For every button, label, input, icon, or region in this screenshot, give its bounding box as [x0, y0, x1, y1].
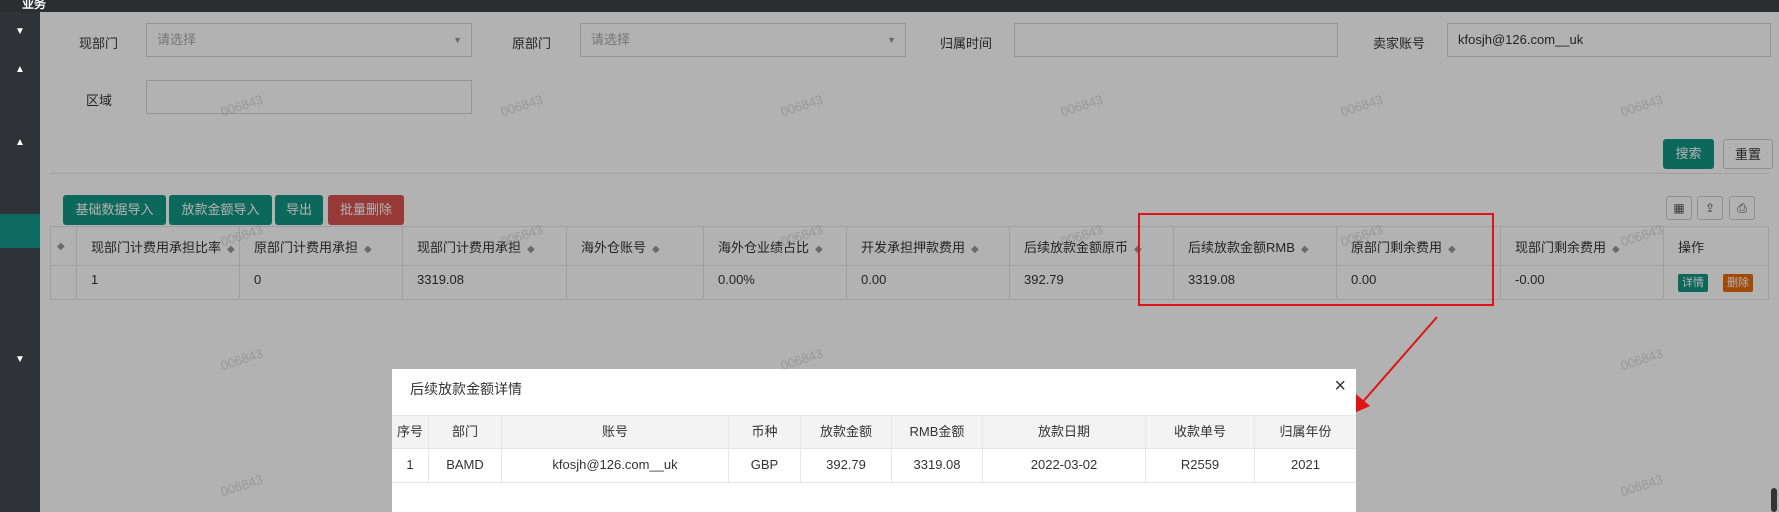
scrollbar-thumb[interactable]: [1771, 488, 1777, 512]
mh-index: 序号: [392, 416, 429, 450]
loan-detail-modal: 后续放款金额详情 × 序号 部门 账号 币种 放款金额 RMB金额 放款日期 收…: [392, 369, 1356, 512]
caret-down-icon[interactable]: ▼: [0, 17, 40, 47]
mc-loan-amount: 392.79: [801, 449, 892, 483]
caret-down-icon[interactable]: ▼: [0, 345, 40, 375]
mh-year: 归属年份: [1279, 424, 1332, 439]
modal-table-header: 序号 部门 账号 币种 放款金额 RMB金额 放款日期 收款单号 归属年份: [392, 415, 1356, 450]
mc-rmb-amount: 3319.08: [892, 449, 983, 483]
mc-year: 2021: [1291, 457, 1320, 472]
modal-table-row: 1 BAMD kfosjh@126.com__uk GBP 392.79 331…: [392, 449, 1356, 483]
mh-loan-date: 放款日期: [983, 416, 1146, 450]
mc-account: kfosjh@126.com__uk: [502, 449, 729, 483]
sidebar-item-active[interactable]: [0, 214, 40, 248]
mh-account: 账号: [502, 416, 729, 450]
sidebar: ▼ ▲ ▲ ▼: [0, 12, 40, 512]
mc-dept: BAMD: [429, 449, 502, 483]
mh-loan-amount: 放款金额: [801, 416, 892, 450]
mh-rmb-amount: RMB金额: [892, 416, 983, 450]
mc-currency: GBP: [729, 449, 801, 483]
mh-dept: 部门: [429, 416, 502, 450]
mh-receipt-no: 收款单号: [1146, 416, 1255, 450]
caret-up-icon[interactable]: ▲: [0, 128, 40, 158]
highlight-box: [1138, 213, 1494, 306]
mh-currency: 币种: [729, 416, 801, 450]
annotation-arrow: [1352, 316, 1438, 414]
app-title: 业务: [22, 0, 47, 11]
modal-title: 后续放款金额详情: [410, 381, 522, 397]
mc-loan-date: 2022-03-02: [983, 449, 1146, 483]
close-icon[interactable]: ×: [1334, 375, 1346, 398]
mc-receipt-no: R2559: [1146, 449, 1255, 483]
mc-index: 1: [392, 449, 429, 483]
top-bar: 业务: [0, 0, 1779, 12]
caret-up-icon[interactable]: ▲: [0, 55, 40, 85]
